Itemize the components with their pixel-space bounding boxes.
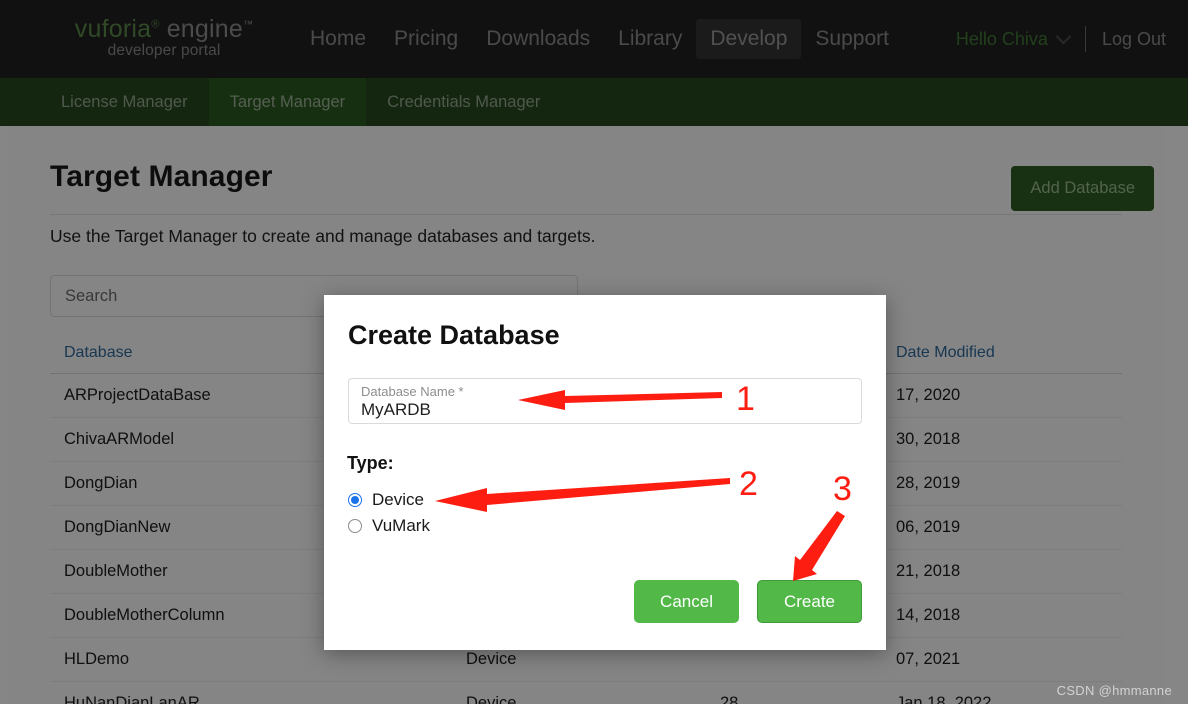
radio-vumark-icon[interactable]	[348, 519, 362, 533]
column-header-date-modified[interactable]: Date Modified	[860, 344, 1122, 374]
csdn-watermark: CSDN @hmmanne	[1056, 683, 1172, 698]
registered-mark-icon: ®	[151, 18, 160, 31]
cell-date-modified: 14, 2018	[860, 593, 1122, 638]
create-button[interactable]: Create	[756, 580, 862, 623]
main-navigation: Home Pricing Downloads Library Develop S…	[296, 18, 903, 60]
logout-link[interactable]: Log Out	[1102, 29, 1166, 50]
logo-brand-text: vuforia	[74, 15, 152, 43]
radio-device-label: Device	[372, 490, 424, 509]
add-database-button[interactable]: Add Database	[1011, 166, 1154, 211]
logo-tagline: developer portal	[107, 42, 221, 60]
radio-option-device[interactable]: Device	[348, 490, 424, 510]
nav-item-downloads[interactable]: Downloads	[472, 19, 604, 59]
database-name-field[interactable]: Database Name *	[348, 378, 862, 424]
logo-product-text: engine	[166, 15, 243, 43]
screenshot-root: vuforia® engine™ developer portal Home P…	[0, 0, 1188, 704]
subnav-item-target-manager[interactable]: Target Manager	[208, 78, 367, 126]
subnav-item-license-manager[interactable]: License Manager	[40, 78, 209, 126]
cell-date-modified: 17, 2020	[860, 373, 1122, 418]
cell-date-modified: 06, 2019	[860, 505, 1122, 550]
trademark-icon: ™	[242, 19, 254, 31]
create-database-dialog: Create Database Database Name * Type: De…	[324, 295, 886, 650]
user-greeting-label: Hello Chiva	[955, 28, 1048, 49]
subnav-item-credentials-manager[interactable]: Credentials Manager	[366, 78, 561, 126]
dialog-actions: Cancel Create	[634, 580, 862, 623]
secondary-navigation: License Manager Target Manager Credentia…	[0, 78, 1188, 126]
database-name-label: Database Name *	[361, 384, 464, 399]
page-description: Use the Target Manager to create and man…	[50, 226, 596, 246]
database-name-input[interactable]	[361, 400, 841, 420]
cell-database-name[interactable]: HuNanDianLanAR	[50, 681, 450, 704]
radio-option-vumark[interactable]: VuMark	[348, 516, 430, 536]
cell-type: Device	[450, 681, 680, 704]
user-zone: Hello Chiva Log Out	[956, 26, 1166, 52]
nav-item-home[interactable]: Home	[296, 19, 380, 59]
type-section-label: Type:	[347, 453, 394, 473]
chevron-down-icon	[1055, 28, 1072, 44]
cell-date-modified: 30, 2018	[860, 417, 1122, 462]
radio-device-icon[interactable]	[348, 493, 362, 507]
table-row[interactable]: HuNanDianLanAR Device 28 Jan 18, 2022	[50, 681, 1122, 704]
cell-targets: 28	[680, 681, 860, 704]
title-divider	[50, 214, 1122, 215]
vuforia-logo[interactable]: vuforia® engine™ developer portal	[49, 16, 279, 60]
logo-primary-line: vuforia® engine™	[49, 16, 279, 42]
user-menu-trigger[interactable]: Hello Chiva	[955, 28, 1072, 50]
dialog-title: Create Database	[348, 320, 560, 350]
nav-item-library[interactable]: Library	[604, 19, 696, 59]
cell-date-modified: 28, 2019	[860, 461, 1122, 506]
cancel-button[interactable]: Cancel	[634, 580, 739, 623]
cell-date-modified: 21, 2018	[860, 549, 1122, 594]
header-divider	[1084, 26, 1086, 52]
radio-vumark-label: VuMark	[372, 516, 430, 535]
nav-item-pricing[interactable]: Pricing	[380, 19, 472, 59]
page-title: Target Manager	[50, 160, 273, 193]
top-header-bar: vuforia® engine™ developer portal Home P…	[0, 0, 1188, 78]
nav-item-support[interactable]: Support	[801, 19, 903, 59]
cell-date-modified: 07, 2021	[860, 637, 1122, 682]
nav-item-develop[interactable]: Develop	[696, 19, 802, 59]
